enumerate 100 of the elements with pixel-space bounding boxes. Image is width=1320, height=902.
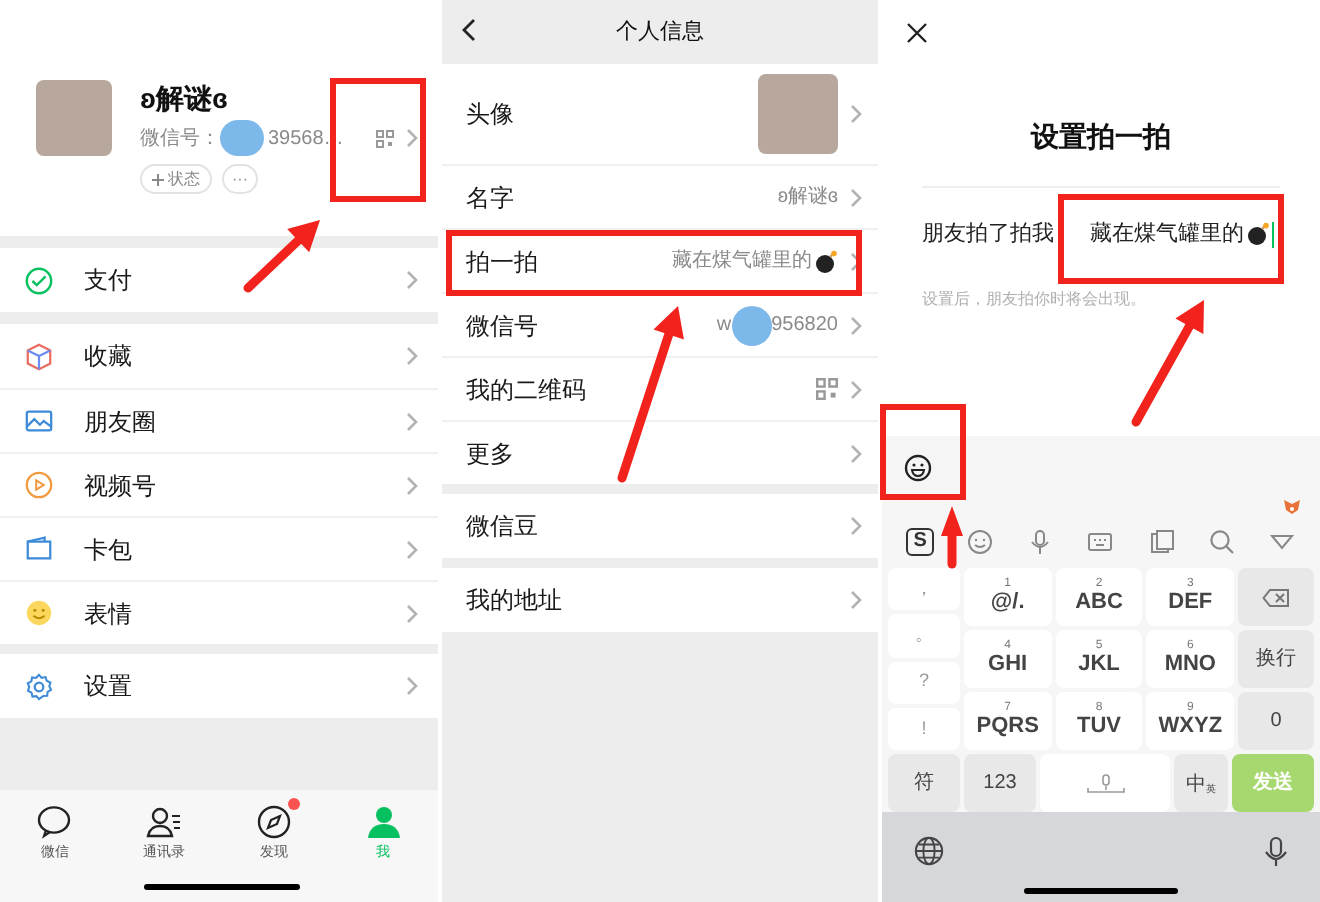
row-label: 我的地址 xyxy=(466,584,562,618)
row-value: 956820 xyxy=(771,312,838,340)
more-button[interactable]: ··· xyxy=(222,164,258,194)
chevron-icon xyxy=(406,346,418,366)
toolbar-button[interactable] xyxy=(1207,528,1236,556)
settings-row[interactable]: 更多 xyxy=(442,420,878,484)
blur-mask xyxy=(731,305,772,345)
menu-label: 设置 xyxy=(84,670,132,704)
row-value: ʚ解谜ɞ xyxy=(777,183,838,212)
row-label: 名字 xyxy=(466,181,514,215)
menu-icon xyxy=(24,341,54,371)
arrow-drawing xyxy=(1131,300,1204,427)
chevron-icon xyxy=(850,379,862,399)
row-label: 拍一拍 xyxy=(466,245,538,279)
row-label: 头像 xyxy=(466,98,514,132)
menu-label: 卡包 xyxy=(84,533,132,567)
settings-row[interactable]: 我的地址 xyxy=(442,568,878,632)
settings-row[interactable]: 头像 xyxy=(442,64,878,164)
chevron-icon xyxy=(850,315,862,335)
menu-icon xyxy=(24,406,54,436)
discover-icon xyxy=(255,804,292,840)
plus-icon xyxy=(152,173,164,185)
menu-icon xyxy=(24,534,54,564)
key-letters: DEF xyxy=(1168,590,1213,616)
smiley-icon xyxy=(904,454,932,482)
text-cursor xyxy=(1272,221,1274,248)
ime-logo-button[interactable]: S xyxy=(906,528,935,556)
chats-icon xyxy=(36,804,73,840)
avatar-photo-placeholder xyxy=(36,80,112,156)
row-value: 藏在煤气罐里的 xyxy=(672,247,812,276)
key[interactable]: 0 xyxy=(1238,692,1314,750)
key-letters: GHI xyxy=(988,652,1028,678)
key-letters: ABC xyxy=(1075,590,1123,616)
settings-row[interactable]: 名字 ʚ解谜ɞ xyxy=(442,164,878,228)
key-letters: TUV xyxy=(1076,714,1121,740)
chevron-icon xyxy=(850,443,862,463)
microphone-icon xyxy=(1264,836,1288,868)
menu-icon xyxy=(24,470,54,500)
hint-text: 设置后，朋友拍你时将会出现。 xyxy=(920,287,1148,311)
backspace-icon xyxy=(1262,587,1290,607)
toolbar-button[interactable] xyxy=(1147,528,1176,556)
clipboard-icon xyxy=(1147,528,1176,556)
menu-item[interactable]: 支付 xyxy=(0,248,438,312)
key-letters: @/. xyxy=(990,590,1025,616)
contacts-icon xyxy=(146,804,183,840)
key[interactable]: 符 xyxy=(888,754,960,812)
key[interactable]: 123 xyxy=(964,754,1036,812)
close-icon xyxy=(906,22,928,44)
screen-title: 设置拍一拍 xyxy=(1028,118,1173,156)
smiley-icon xyxy=(966,528,995,556)
highlight-frame xyxy=(880,404,966,500)
microphone-icon xyxy=(1085,773,1125,793)
globe-icon xyxy=(914,836,944,866)
settings-row[interactable]: 微信豆 xyxy=(442,494,878,558)
toolbar-button[interactable] xyxy=(1026,528,1055,556)
toolbar-button[interactable] xyxy=(1086,528,1115,556)
chevron-icon xyxy=(406,603,418,623)
chevron-icon xyxy=(850,251,862,271)
chevron-icon xyxy=(406,539,418,559)
key[interactable]: 换行 xyxy=(1238,630,1314,688)
pat-suffix-field[interactable]: 藏在煤气罐里的 xyxy=(1090,218,1274,251)
chevron-icon xyxy=(406,475,418,495)
backspace-key[interactable] xyxy=(1238,568,1314,626)
row-value: w xyxy=(716,312,732,340)
chevron-icon xyxy=(850,187,862,207)
emoji-button[interactable] xyxy=(904,454,932,482)
menu-item[interactable]: 收藏 xyxy=(0,324,438,388)
row-label: 我的二维码 xyxy=(466,373,586,407)
key-letters: WXYZ xyxy=(1158,714,1223,740)
menu-item[interactable]: 朋友圈 xyxy=(0,388,438,452)
me-icon xyxy=(365,804,402,840)
qr-code-icon xyxy=(816,378,838,400)
menu-item[interactable]: 视频号 xyxy=(0,452,438,516)
profile-name: ʚ解谜ɞ xyxy=(140,80,230,116)
gear-icon xyxy=(24,671,54,701)
menu-item[interactable]: 设置 xyxy=(0,654,438,718)
menu-item[interactable]: 表情 xyxy=(0,580,438,644)
globe-button[interactable] xyxy=(914,836,944,866)
chevron-icon xyxy=(850,104,862,124)
chevron-icon xyxy=(850,590,862,610)
menu-label: 表情 xyxy=(84,597,132,631)
dictation-button[interactable] xyxy=(1264,836,1288,868)
menu-label: 朋友圈 xyxy=(84,405,156,439)
blur-mask xyxy=(220,120,264,156)
row-label: 微信号 xyxy=(466,309,538,343)
menu-label: 支付 xyxy=(84,264,132,298)
toolbar-button[interactable] xyxy=(966,528,995,556)
status-button[interactable]: 状态 xyxy=(140,164,212,194)
back-button[interactable] xyxy=(462,18,476,42)
arrow-drawing xyxy=(941,506,963,569)
settings-row[interactable]: 拍一拍 藏在煤气罐里的 xyxy=(442,228,878,292)
settings-row[interactable]: 我的二维码 xyxy=(442,356,878,420)
menu-item[interactable]: 卡包 xyxy=(0,516,438,580)
close-button[interactable] xyxy=(906,22,930,44)
key-letters: PQRS xyxy=(976,714,1039,740)
row-label: 微信豆 xyxy=(466,510,538,544)
qr-code-icon xyxy=(376,129,394,147)
search-icon xyxy=(1207,528,1236,556)
back-icon xyxy=(462,18,476,42)
keyboard-icon xyxy=(1086,528,1115,556)
